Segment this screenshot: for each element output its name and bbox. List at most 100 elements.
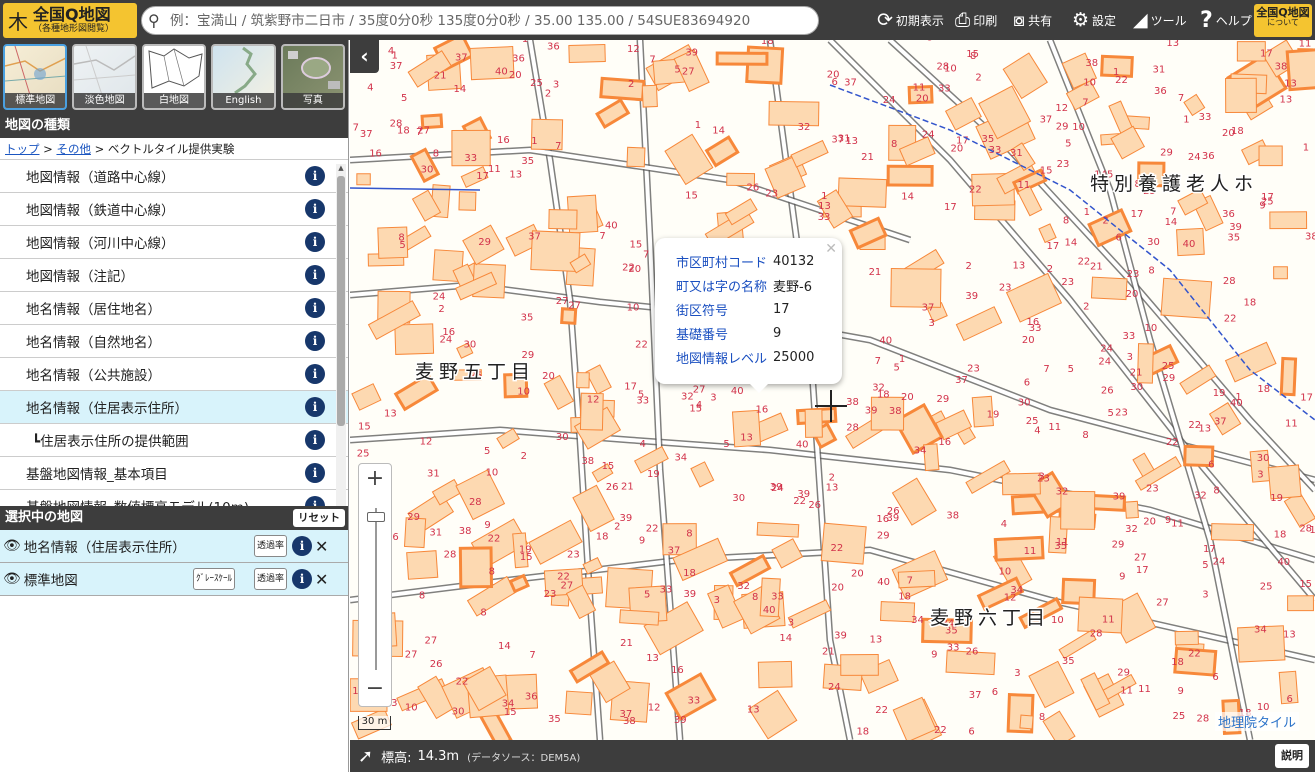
- tools-button[interactable]: ◢ ツール: [1133, 0, 1187, 40]
- feature-popup: ✕ 市区町村コード 40132 町又は字の名称 麦野-6 街区符号 17 基礎番号 9 地図情報…: [655, 238, 842, 393]
- address-number: 7: [599, 231, 605, 242]
- collapse-sidebar-button[interactable]: ‹: [350, 40, 379, 73]
- address-number: 8: [433, 148, 439, 159]
- address-number: 17: [944, 202, 957, 213]
- search-icon[interactable]: ⚲: [148, 11, 170, 30]
- grayscale-button[interactable]: ｸﾞﾚｰｽｹｰﾙ: [193, 568, 236, 590]
- address-number: 23: [967, 363, 980, 374]
- info-icon[interactable]: i: [305, 463, 325, 483]
- layer-list-item[interactable]: 基盤地図情報_数値標高モデル(10m) i: [0, 490, 348, 506]
- info-icon[interactable]: i: [305, 496, 325, 506]
- building: [886, 164, 934, 187]
- address-number: 28: [1197, 713, 1210, 724]
- zoom-slider-handle[interactable]: [367, 512, 385, 522]
- info-icon[interactable]: i: [305, 166, 325, 186]
- explain-button[interactable]: 説明: [1275, 744, 1309, 768]
- info-icon[interactable]: i: [292, 569, 312, 589]
- address-number: 29: [1056, 122, 1069, 133]
- layer-list-item[interactable]: 地図情報（河川中心線） i: [0, 226, 348, 259]
- info-icon[interactable]: i: [292, 536, 312, 556]
- address-number: 11: [1048, 422, 1061, 433]
- address-number: 39: [797, 489, 810, 500]
- layer-list-item[interactable]: 地図情報（鉄道中心線） i: [0, 193, 348, 226]
- settings-button[interactable]: ⚙ 設定: [1072, 0, 1116, 40]
- tree-logo-icon: ⽊: [8, 9, 28, 34]
- app-logo[interactable]: ⽊ 全国Q地図 （各種地形図閲覧）: [3, 2, 137, 38]
- info-icon[interactable]: i: [305, 331, 325, 351]
- info-icon[interactable]: i: [305, 397, 325, 417]
- address-number: 27: [1156, 598, 1169, 609]
- address-number: 17: [1300, 393, 1313, 404]
- address-number: 24: [828, 682, 841, 693]
- eye-icon[interactable]: 👁: [3, 538, 21, 554]
- zoom-slider-track[interactable]: [375, 508, 377, 670]
- address-number: 7: [1170, 206, 1176, 217]
- zoom-out-button[interactable]: −: [359, 674, 391, 704]
- basemap-english[interactable]: English: [211, 44, 276, 110]
- layer-list-item[interactable]: 基盤地図情報_基本項目 i: [0, 457, 348, 490]
- selected-layer-row[interactable]: 👁 地名情報（住居表示住所） 透過率 i ✕: [0, 530, 348, 563]
- scroll-up-icon[interactable]: ▲: [336, 164, 346, 172]
- layer-list-item[interactable]: 地名情報（自然地名） i: [0, 325, 348, 358]
- opacity-button[interactable]: 透過率: [254, 535, 288, 557]
- print-button[interactable]: ⎙ 印刷: [955, 0, 997, 40]
- selected-layer-row[interactable]: 👁 標準地図 ｸﾞﾚｰｽｹｰﾙ 透過率 i ✕: [0, 563, 348, 596]
- basemap-standard[interactable]: 標準地図: [3, 44, 68, 110]
- basemap-blank[interactable]: 白地図: [141, 44, 207, 110]
- address-number: 40: [1277, 557, 1290, 568]
- address-number: 37: [831, 135, 844, 146]
- address-number: 17: [1203, 544, 1216, 555]
- layer-list-item[interactable]: ┗住居表示住所の提供範囲 i: [0, 424, 348, 457]
- address-number: 1: [1113, 67, 1119, 78]
- zoom-in-button[interactable]: +: [359, 464, 391, 494]
- address-number: 20: [901, 392, 914, 403]
- layer-list-item[interactable]: 地図情報（注記） i: [0, 259, 348, 292]
- address-number: 5: [674, 64, 680, 75]
- info-icon[interactable]: i: [305, 430, 325, 450]
- address-number: 6: [1208, 459, 1214, 470]
- address-number: 11: [1171, 519, 1184, 530]
- info-icon[interactable]: i: [305, 199, 325, 219]
- info-icon[interactable]: i: [305, 298, 325, 318]
- layer-list-item[interactable]: 地名情報（居住地名） i: [0, 292, 348, 325]
- scrollbar-thumb[interactable]: [337, 176, 345, 426]
- info-icon[interactable]: i: [305, 265, 325, 285]
- sidebar: 標準地図 淡色地図 白地図 English 写真 地図の種類 トップ > その他…: [0, 40, 349, 772]
- help-button[interactable]: ? ヘルプ: [1200, 0, 1252, 40]
- address-number: 36: [547, 41, 560, 52]
- attribution-link[interactable]: 地理院タイル: [1215, 712, 1300, 731]
- place-label: 麦野六丁目: [930, 607, 1050, 629]
- layers-section-title: 地図の種類: [0, 114, 348, 138]
- layer-list-item[interactable]: 地図情報（道路中心線） i: [0, 160, 348, 193]
- close-icon[interactable]: ✕: [315, 537, 328, 556]
- close-icon[interactable]: ✕: [315, 570, 328, 589]
- building: [1110, 125, 1146, 160]
- share-button[interactable]: ⧇ 共有: [1013, 0, 1052, 40]
- opacity-button[interactable]: 透過率: [254, 568, 288, 590]
- breadcrumb: トップ > その他 > ベクトルタイル提供実験: [0, 138, 348, 160]
- breadcrumb-other-link[interactable]: その他: [56, 142, 91, 156]
- info-icon[interactable]: i: [305, 364, 325, 384]
- basemap-photo[interactable]: 写真: [280, 44, 346, 110]
- search-input[interactable]: [170, 12, 810, 29]
- breadcrumb-top-link[interactable]: トップ: [5, 142, 40, 156]
- layer-list-scrollbar[interactable]: ▲ ▼: [336, 164, 346, 514]
- about-button[interactable]: 全国Q地図 について: [1254, 4, 1312, 37]
- layer-list-item[interactable]: 地名情報（住居表示住所） i: [0, 391, 348, 424]
- basemap-pale[interactable]: 淡色地図: [72, 44, 137, 110]
- logo-title: 全国Q地図: [33, 4, 111, 24]
- address-number: 9: [1177, 686, 1183, 697]
- eye-icon[interactable]: 👁: [3, 571, 21, 587]
- selected-layer-label: 地名情報（住居表示住所）: [23, 540, 186, 556]
- layer-list-item[interactable]: 地名情報（公共施設） i: [0, 358, 348, 391]
- address-number: 22: [646, 523, 659, 534]
- reset-button[interactable]: リセット: [293, 509, 345, 527]
- initial-view-button[interactable]: ⟳ 初期表示: [877, 0, 944, 40]
- basemap-label: 白地図: [143, 93, 205, 108]
- address-number: 20: [542, 371, 555, 382]
- close-popup-icon[interactable]: ✕: [825, 241, 837, 257]
- breadcrumb-current: > ベクトルタイル提供実験: [90, 142, 235, 156]
- address-number: 33: [1122, 331, 1135, 342]
- info-icon[interactable]: i: [305, 232, 325, 252]
- address-number: 18: [1274, 530, 1287, 541]
